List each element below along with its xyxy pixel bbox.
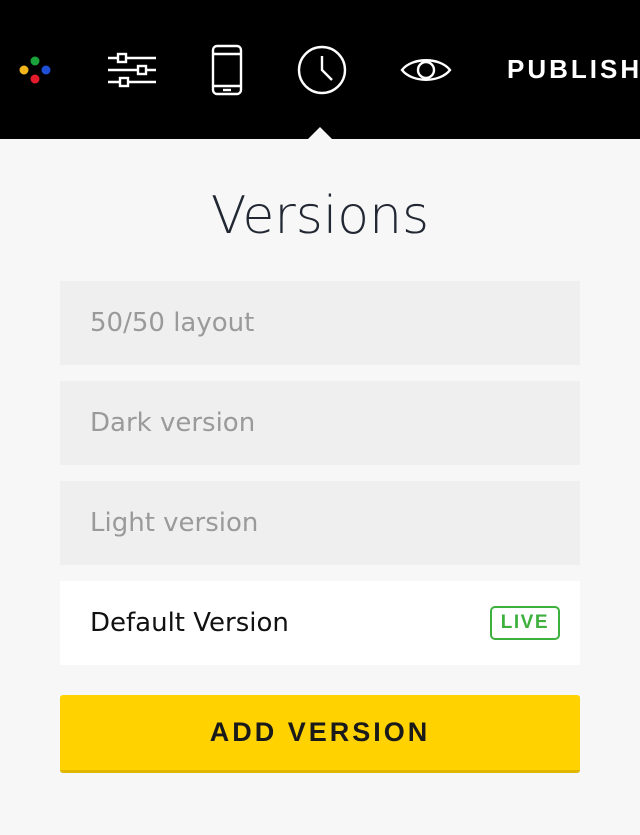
version-item-light-version[interactable]: Light version: [60, 481, 580, 565]
history-button[interactable]: [290, 0, 354, 139]
page-title: Versions: [210, 186, 430, 246]
logo-button[interactable]: [8, 0, 62, 139]
eye-icon: [400, 58, 452, 81]
version-item-dark-version[interactable]: Dark version: [60, 381, 580, 465]
sliders-icon: [108, 52, 156, 87]
preview-button[interactable]: [394, 0, 458, 139]
active-tab-indicator: [308, 127, 332, 139]
live-status-badge: LIVE: [489, 606, 560, 640]
add-version-button[interactable]: ADD VERSION: [60, 695, 580, 773]
mobile-phone-icon: [211, 44, 243, 95]
settings-button[interactable]: [100, 0, 164, 139]
version-item-50-50-layout[interactable]: 50/50 layout: [60, 281, 580, 365]
clock-icon: [297, 45, 347, 94]
multicolor-dots-logo-icon: [19, 56, 51, 83]
publish-button[interactable]: PUBLISH: [492, 0, 640, 139]
version-item-default-version[interactable]: Default Version LIVE: [60, 581, 580, 665]
version-label: Default Version: [90, 608, 289, 638]
mobile-preview-button[interactable]: [200, 0, 254, 139]
top-toolbar: PUBLISH: [0, 0, 640, 139]
